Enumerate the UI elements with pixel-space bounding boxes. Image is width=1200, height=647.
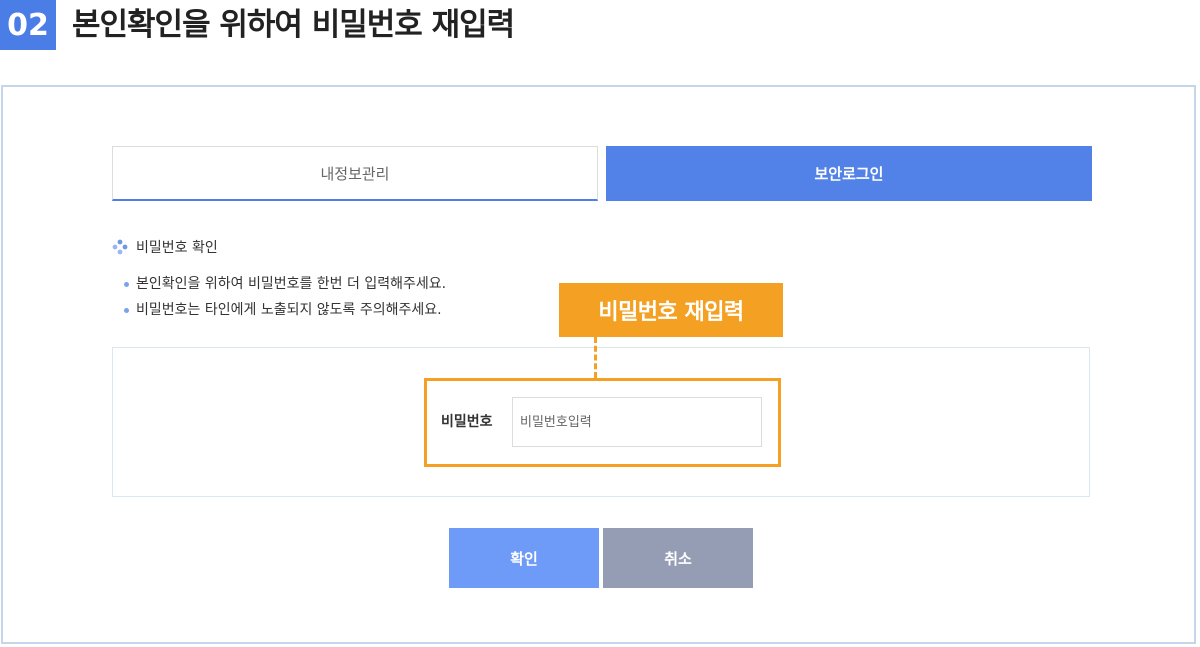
section-title-text: 비밀번호 확인 [136,240,218,256]
diamond-dots-icon [112,239,128,255]
confirm-button[interactable]: 확인 [449,528,599,588]
notice-item: 비밀번호는 타인에게 노출되지 않도록 주의해주세요. [124,297,446,323]
step-number-badge: 02 [0,0,56,50]
callout-connector [594,337,597,378]
tab-my-info[interactable]: 내정보관리 [112,146,598,201]
password-input[interactable] [512,397,762,447]
page-title: 본인확인을 위하여 비밀번호 재입력 [72,7,515,43]
cancel-button[interactable]: 취소 [603,528,753,588]
section-title: 비밀번호 확인 [112,237,218,257]
notice-list: 본인확인을 위하여 비밀번호를 한번 더 입력해주세요. 비밀번호는 타인에게 … [124,271,446,323]
password-label: 비밀번호 [441,414,493,430]
tab-bar: 내정보관리 보안로그인 [112,146,1092,201]
main-panel: 내정보관리 보안로그인 비밀번호 확인 본인확인을 위하여 비밀번호를 한번 더… [1,85,1196,644]
tab-secure-login[interactable]: 보안로그인 [606,146,1092,201]
callout-label: 비밀번호 재입력 [559,283,783,337]
notice-item: 본인확인을 위하여 비밀번호를 한번 더 입력해주세요. [124,271,446,297]
